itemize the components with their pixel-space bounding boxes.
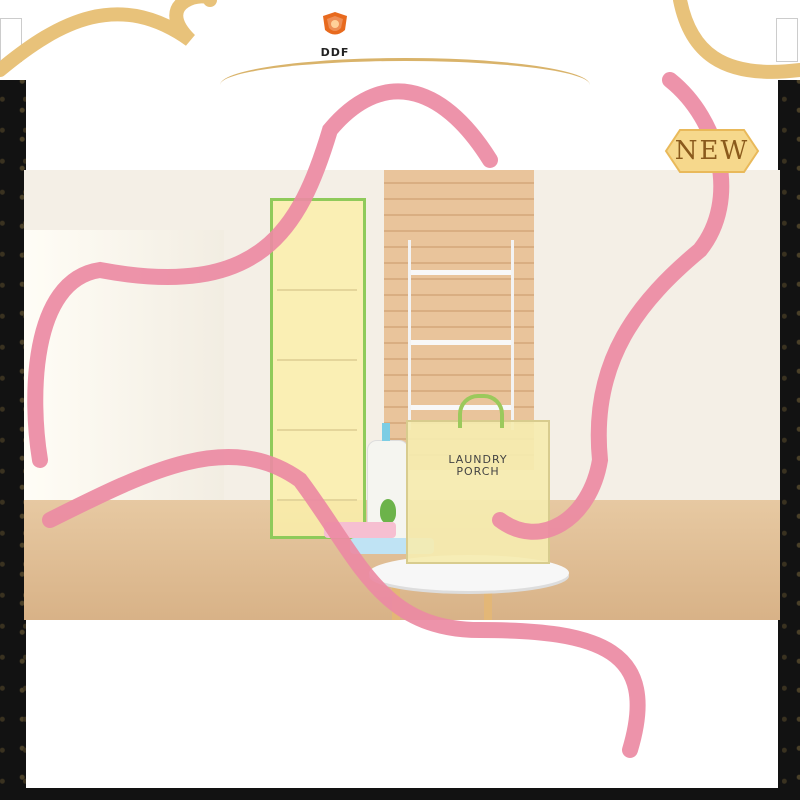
product-photo: LAUNDRY PORCH — [24, 170, 780, 620]
organizer-pocket — [277, 301, 357, 361]
organizer-pocket — [277, 231, 357, 291]
hanging-organizer — [270, 198, 366, 539]
bag-label: LAUNDRY PORCH — [408, 454, 548, 478]
new-badge: NEW — [656, 124, 768, 178]
laundry-bag: LAUNDRY PORCH — [406, 394, 550, 564]
bottle-pump — [382, 423, 390, 441]
side-tab-left — [0, 18, 22, 62]
brand-name: DDF — [320, 46, 350, 59]
side-tab-right — [776, 18, 798, 62]
stool-leg — [392, 580, 400, 620]
pink-towel — [324, 522, 396, 538]
shield-crest-icon — [323, 12, 347, 35]
bag-handle — [458, 394, 504, 428]
shelf-board — [411, 340, 511, 345]
brand-mark: DDF — [310, 10, 360, 59]
bag-label-line2: PORCH — [456, 465, 500, 478]
window-light — [24, 230, 224, 500]
aloe-leaf-icon — [380, 499, 396, 523]
organizer-pocket — [277, 441, 357, 501]
organizer-pocket — [277, 371, 357, 431]
shelf-board — [411, 270, 511, 275]
new-badge-text: NEW — [674, 136, 750, 166]
page-frame: DDF LAUNDRY PORCH NEW — [0, 0, 800, 800]
